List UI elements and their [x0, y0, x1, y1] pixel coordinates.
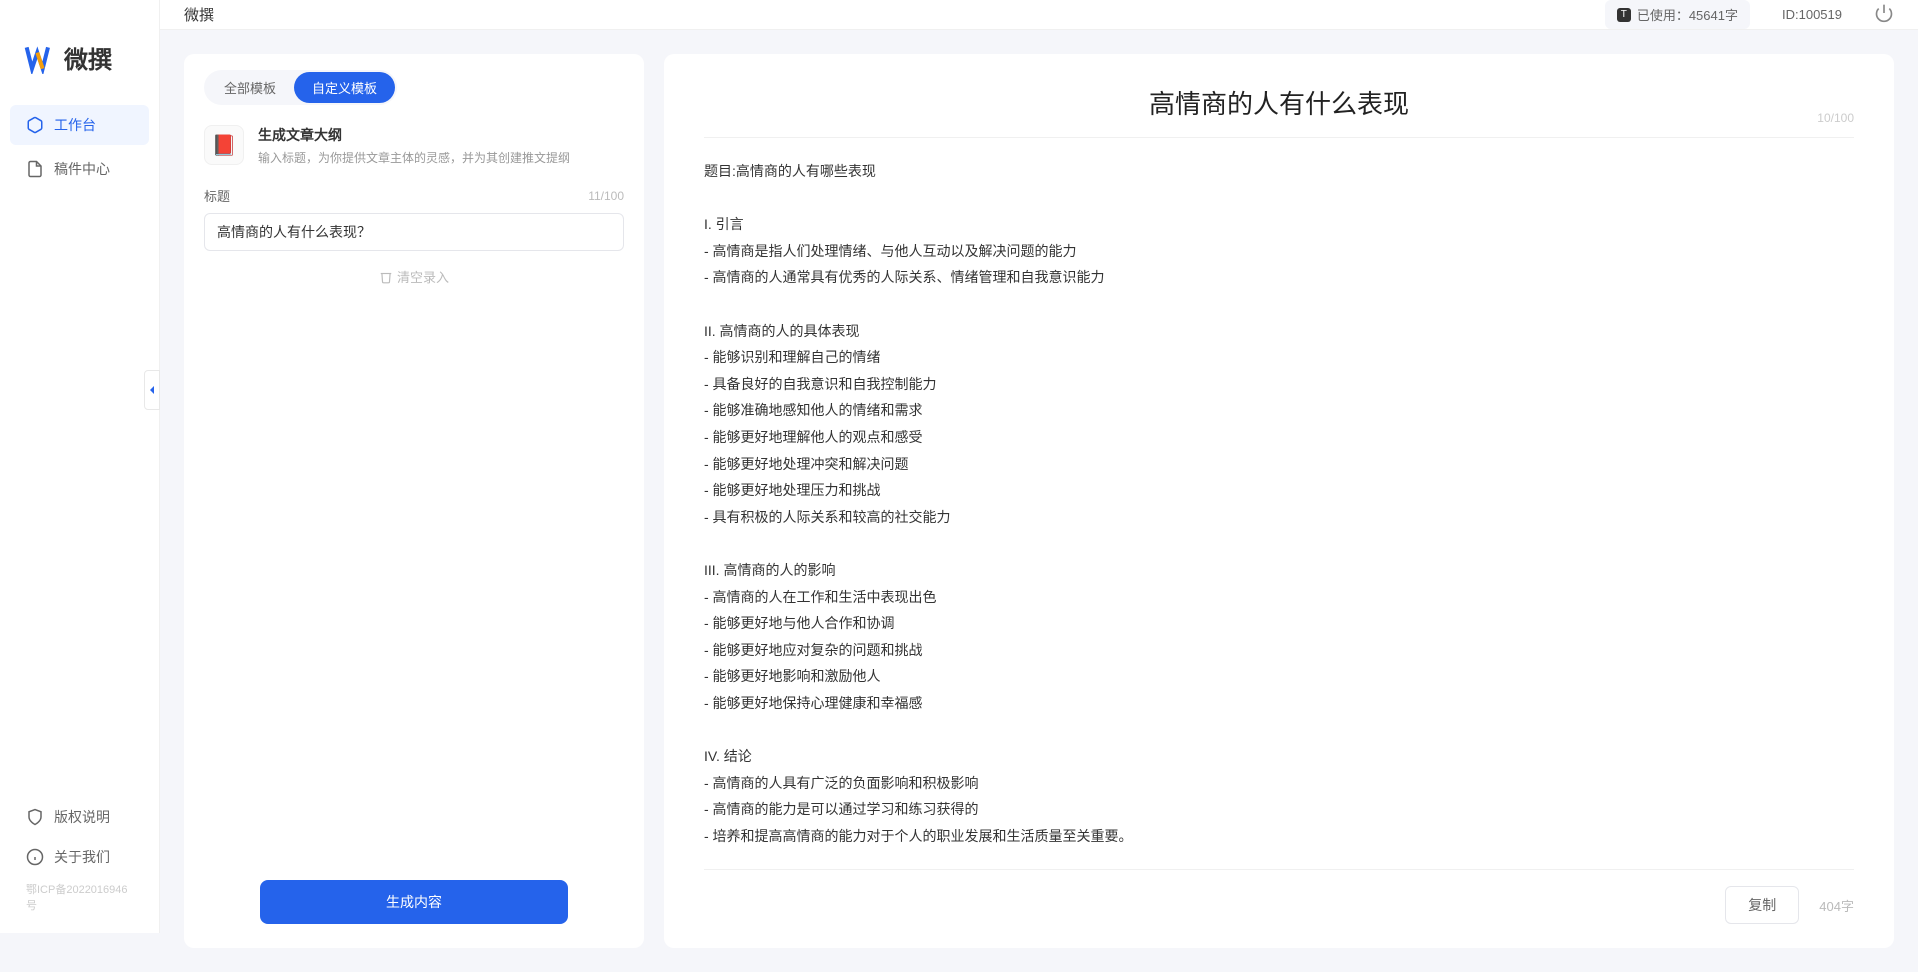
nav-item-drafts[interactable]: 稿件中心: [10, 149, 149, 189]
tab-all-templates[interactable]: 全部模板: [206, 72, 294, 103]
template-title: 生成文章大纲: [258, 125, 570, 145]
clear-input-button[interactable]: 清空录入: [379, 267, 449, 286]
nav-label: 稿件中心: [54, 159, 110, 179]
topbar-title: 微撰: [184, 4, 214, 25]
result-body: 题目:高情商的人有哪些表现 I. 引言 - 高情商是指人们处理情绪、与他人互动以…: [664, 138, 1894, 869]
main: 微撰 T 已使用： 45641字 ID:100519 全部模板 自定义模板: [160, 0, 1918, 933]
template-desc: 输入标题，为你提供文章主体的灵感，并为其创建推文提纲: [258, 149, 570, 166]
result-title-counter: 10/100: [1817, 111, 1854, 125]
left-panel: 全部模板 自定义模板 📕 生成文章大纲 输入标题，为你提供文章主体的灵感，并为其…: [184, 54, 644, 948]
form-area: 标题 11/100 清空录入: [184, 186, 644, 305]
generate-button[interactable]: 生成内容: [260, 880, 568, 924]
tabs-row: 全部模板 自定义模板: [184, 54, 644, 105]
document-icon: [26, 160, 44, 178]
user-id: ID:100519: [1782, 7, 1842, 22]
template-tabs: 全部模板 自定义模板: [204, 70, 397, 105]
sidebar-collapse-button[interactable]: [144, 370, 160, 410]
nav-item-workspace[interactable]: 工作台: [10, 105, 149, 145]
word-count: 404字: [1819, 896, 1854, 915]
shield-icon: [26, 808, 44, 826]
cube-icon: [26, 116, 44, 134]
nav-label: 工作台: [54, 115, 96, 135]
topbar-right: T 已使用： 45641字 ID:100519: [1605, 0, 1894, 29]
topbar: 微撰 T 已使用： 45641字 ID:100519: [160, 0, 1918, 30]
chevron-left-icon: [147, 385, 157, 395]
template-icon: 📕: [204, 125, 244, 165]
nav-menu: 工作台 稿件中心: [0, 105, 159, 193]
usage-pill[interactable]: T 已使用： 45641字: [1605, 0, 1750, 29]
trash-icon: [379, 270, 393, 284]
logo: 微撰: [0, 0, 159, 105]
logo-text: 微撰: [64, 40, 112, 75]
result-title: 高情商的人有什么表现: [744, 84, 1814, 121]
copyright-link[interactable]: 版权说明: [10, 797, 149, 837]
sidebar-bottom: 版权说明 关于我们 鄂ICP备2022016946号: [0, 797, 159, 933]
logo-icon: [24, 42, 56, 74]
result-footer: 复制 404字: [704, 869, 1854, 924]
title-label: 标题: [204, 186, 230, 205]
power-icon: [1874, 3, 1894, 23]
text-icon: T: [1617, 8, 1631, 22]
tab-custom-templates[interactable]: 自定义模板: [294, 72, 395, 103]
title-counter: 11/100: [588, 189, 624, 203]
sidebar: 微撰 工作台 稿件中心 版权说明 关于我们 鄂ICP备2022016946号: [0, 0, 160, 933]
info-icon: [26, 848, 44, 866]
icp-text: 鄂ICP备2022016946号: [10, 877, 149, 917]
right-panel: 高情商的人有什么表现 10/100 题目:高情商的人有哪些表现 I. 引言 - …: [664, 54, 1894, 948]
power-button[interactable]: [1874, 3, 1894, 26]
template-card: 📕 生成文章大纲 输入标题，为你提供文章主体的灵感，并为其创建推文提纲: [204, 125, 624, 166]
copy-button[interactable]: 复制: [1725, 886, 1799, 924]
result-header: 高情商的人有什么表现 10/100: [704, 54, 1854, 138]
content: 全部模板 自定义模板 📕 生成文章大纲 输入标题，为你提供文章主体的灵感，并为其…: [160, 30, 1918, 972]
about-link[interactable]: 关于我们: [10, 837, 149, 877]
title-input[interactable]: [204, 213, 624, 251]
